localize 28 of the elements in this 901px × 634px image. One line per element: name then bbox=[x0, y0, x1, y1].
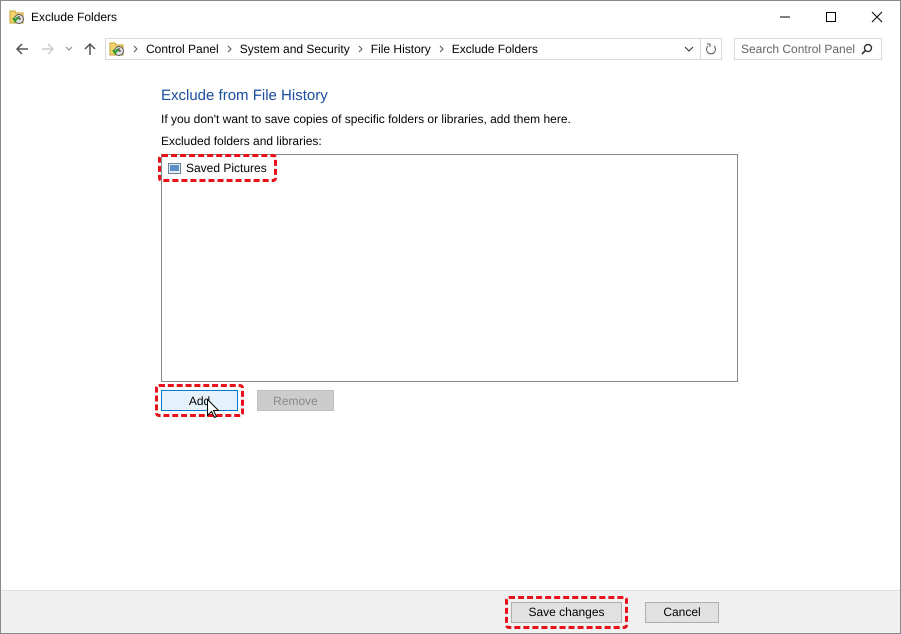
search-icon bbox=[861, 43, 873, 55]
list-label: Excluded folders and libraries: bbox=[161, 134, 323, 148]
breadcrumb-item[interactable]: Exclude Folders bbox=[452, 42, 538, 56]
folder-clock-icon bbox=[9, 9, 25, 25]
up-arrow-icon[interactable] bbox=[83, 42, 97, 56]
folder-clock-icon bbox=[109, 41, 125, 57]
description-text: If you don't want to save copies of specific folders or libraries, add them here. bbox=[161, 112, 572, 126]
dialog-button[interactable]: Cancel bbox=[645, 602, 719, 622]
list-item[interactable]: Saved Pictures bbox=[164, 160, 271, 176]
refresh-icon[interactable] bbox=[701, 38, 722, 60]
search-field[interactable]: Search Control Panel bbox=[734, 38, 882, 60]
chevron-right-icon bbox=[438, 45, 444, 53]
window-title: Exclude Folders bbox=[31, 10, 118, 24]
chevron-right-icon bbox=[358, 45, 363, 53]
picture-library-icon bbox=[168, 162, 181, 174]
breadcrumb-item[interactable]: File History bbox=[370, 42, 431, 56]
folder-list[interactable]: Saved Pictures bbox=[161, 154, 738, 382]
maximize-icon bbox=[825, 11, 837, 23]
breadcrumb-item[interactable]: System and Security bbox=[240, 42, 350, 56]
close-icon bbox=[871, 11, 883, 23]
chevron-right-icon bbox=[133, 45, 138, 53]
chevron-down-icon[interactable] bbox=[684, 46, 694, 52]
page-heading: Exclude from File History bbox=[161, 87, 329, 104]
back-arrow-icon[interactable] bbox=[15, 42, 29, 56]
address-bar[interactable]: Control Panel System and Security File History Exclude Folders bbox=[105, 38, 701, 60]
chevron-right-icon bbox=[226, 45, 232, 53]
breadcrumb-item[interactable]: Control Panel bbox=[146, 42, 219, 56]
dialog-button[interactable]: Save changes bbox=[511, 602, 622, 622]
